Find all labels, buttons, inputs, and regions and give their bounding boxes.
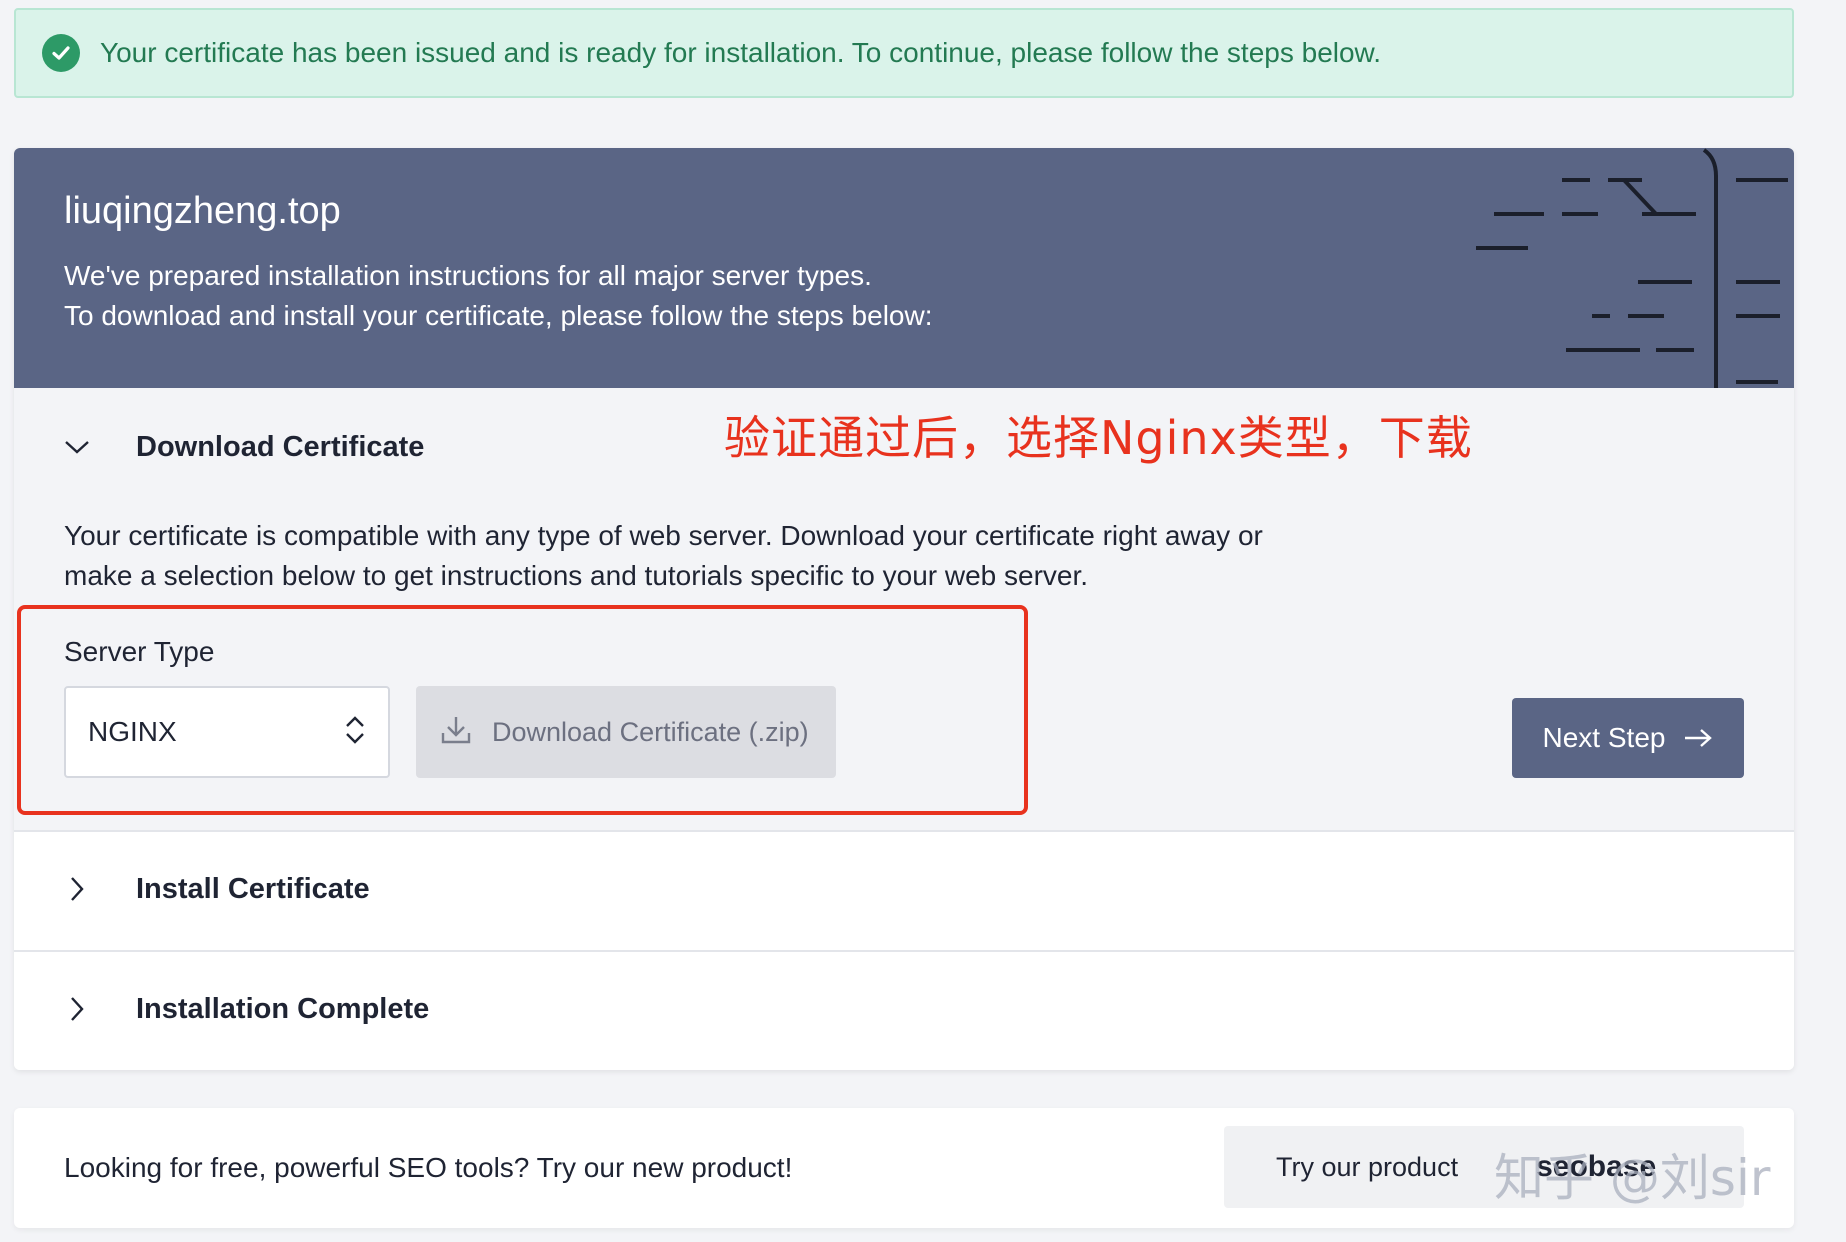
arrow-right-icon [1683,727,1713,749]
domain-title: liuqingzheng.top [64,190,341,232]
step-header-complete[interactable]: Installation Complete [60,992,429,1026]
check-circle-icon [42,34,80,72]
step-header-download[interactable]: Download Certificate [60,430,424,464]
step-title: Installation Complete [136,992,430,1025]
step-header-install[interactable]: Install Certificate [60,872,370,906]
hero-line-2: To download and install your certificate… [64,300,933,331]
next-step-button[interactable]: Next Step [1512,698,1744,778]
decorative-lines-icon [1476,148,1788,388]
chevron-down-icon [60,430,94,464]
next-step-label: Next Step [1542,722,1666,753]
chevron-right-icon [60,872,94,906]
step-install-certificate[interactable]: Install Certificate [14,832,1794,952]
promo-text: Looking for free, powerful SEO tools? Tr… [64,1152,793,1183]
step-title: Download Certificate [136,430,425,463]
hero-banner: liuqingzheng.top We've prepared installa… [14,148,1794,388]
step-title: Install Certificate [136,872,370,905]
watermark: 知乎 @刘sir [1494,1149,1771,1207]
alert-message: Your certificate has been issued and is … [100,37,1382,68]
step-description: Your certificate is compatible with any … [64,520,1263,591]
annotation-highlight-box [17,605,1028,815]
hero-line-1: We've prepared installation instructions… [64,260,872,291]
annotation-text: 验证通过后，选择Nginx类型，下载 [724,411,1473,465]
try-product-label: Try our product [1276,1151,1459,1182]
step-installation-complete[interactable]: Installation Complete [14,952,1794,1070]
chevron-right-icon [60,992,94,1026]
success-alert: Your certificate has been issued and is … [14,8,1794,98]
